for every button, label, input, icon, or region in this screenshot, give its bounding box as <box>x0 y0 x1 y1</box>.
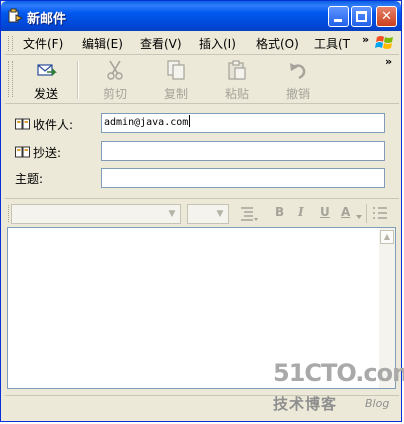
menu-bar: 文件(F) 编辑(E) 查看(V) 插入(I) 格式(O) 工具(T » <box>5 32 399 55</box>
paste-button[interactable]: 粘贴 <box>216 59 258 101</box>
to-label: 收件人: <box>33 118 74 132</box>
title-bar[interactable]: 新邮件 ✕ <box>1 1 401 31</box>
subject-field[interactable] <box>101 168 385 188</box>
address-book-icon <box>15 146 30 158</box>
maximize-button[interactable] <box>351 6 372 27</box>
send-icon <box>37 64 57 76</box>
watermark: 51CTO.com 技术博客 Blog <box>273 359 404 423</box>
chevron-up-icon: ▲ <box>383 232 391 241</box>
chevron-down-icon: ▼ <box>164 205 180 223</box>
copy-label: 复制 <box>163 87 188 101</box>
to-field[interactable]: admin@java.com <box>101 113 385 133</box>
scissors-icon <box>107 60 123 80</box>
new-mail-window: 新邮件 ✕ 文件(F) 编辑(E) 查看(V) 插入(I) 格式(O) 工具(T… <box>0 0 404 423</box>
format-toolbar: ▼ ▼ B I U A <box>5 198 399 227</box>
undo-button[interactable]: 撤销 <box>277 59 319 101</box>
undo-label: 撤销 <box>285 87 310 101</box>
menu-format[interactable]: 格式(O) <box>256 35 299 52</box>
to-value: admin@java.com <box>104 117 189 128</box>
windows-logo-icon <box>375 36 393 49</box>
send-label: 发送 <box>33 87 58 101</box>
scroll-up-button[interactable]: ▲ <box>380 230 394 244</box>
watermark-brand: 51CTO.com <box>273 359 404 387</box>
cut-label: 剪切 <box>102 87 127 101</box>
copy-icon <box>167 60 185 80</box>
minimize-icon <box>334 19 342 22</box>
toolbar-overflow-chevron[interactable]: » <box>385 55 392 68</box>
subject-label: 主题: <box>15 172 44 186</box>
minimize-button[interactable] <box>328 6 349 27</box>
send-button[interactable]: 发送 <box>25 59 67 101</box>
copy-button[interactable]: 复制 <box>155 59 197 101</box>
cc-label: 抄送: <box>33 146 62 160</box>
underline-button[interactable]: U <box>320 205 330 219</box>
menu-view[interactable]: 查看(V) <box>140 35 182 52</box>
close-icon: ✕ <box>381 9 392 24</box>
watermark-blog: Blog <box>365 397 390 410</box>
bold-button[interactable]: B <box>275 205 284 219</box>
maximize-icon <box>356 11 367 22</box>
paste-label: 粘贴 <box>224 87 249 101</box>
menu-file[interactable]: 文件(F) <box>23 35 63 52</box>
cut-button[interactable]: 剪切 <box>94 59 136 101</box>
menu-tools[interactable]: 工具(T <box>314 35 350 52</box>
menu-overflow-chevron[interactable]: » <box>362 33 369 46</box>
paragraph-style-icon[interactable] <box>239 205 259 223</box>
toolbar-separator <box>77 61 79 99</box>
watermark-tagline: 技术博客 <box>273 395 338 413</box>
text-caret <box>189 115 191 127</box>
clipboard-icon <box>228 60 246 80</box>
numbered-list-icon[interactable] <box>371 205 389 223</box>
undo-icon <box>290 63 306 80</box>
cc-label-button[interactable]: 抄送: <box>15 144 61 161</box>
format-separator <box>366 204 367 223</box>
address-book-icon <box>15 118 30 130</box>
menu-edit[interactable]: 编辑(E) <box>82 35 123 52</box>
new-mail-app-icon <box>8 8 23 23</box>
toolbar: 发送 剪切 复制 粘贴 撤销 » <box>5 55 399 104</box>
window-title: 新邮件 <box>27 12 67 27</box>
menu-grip[interactable] <box>8 36 13 51</box>
to-label-button[interactable]: 收件人: <box>15 116 73 133</box>
chevron-down-icon <box>356 215 362 219</box>
toolbar-grip[interactable] <box>8 61 13 97</box>
close-button[interactable]: ✕ <box>376 6 397 27</box>
font-color-button[interactable]: A <box>341 205 350 219</box>
italic-button[interactable]: I <box>298 205 304 219</box>
cc-field[interactable] <box>101 141 385 161</box>
chevron-down-icon: ▼ <box>212 205 228 223</box>
font-name-combo[interactable]: ▼ <box>11 204 181 224</box>
font-size-combo[interactable]: ▼ <box>187 204 229 224</box>
menu-insert[interactable]: 插入(I) <box>199 35 236 52</box>
